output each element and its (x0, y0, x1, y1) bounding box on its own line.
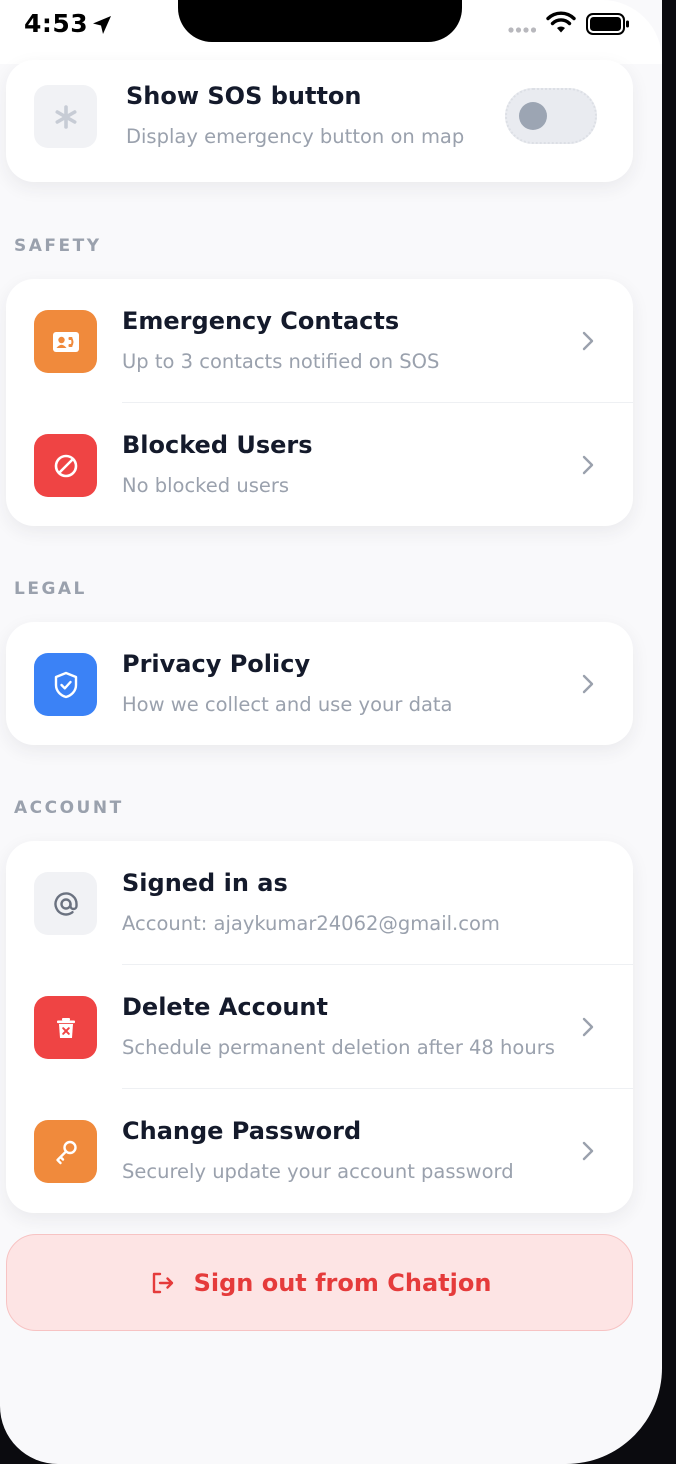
sos-subtitle: Display emergency button on map (126, 125, 465, 148)
trash-icon (56, 1017, 75, 1038)
privacy-policy-title: Privacy Policy (122, 650, 311, 678)
block-icon (54, 454, 77, 477)
sos-tile (34, 85, 97, 148)
location-arrow-icon (93, 16, 111, 34)
blocked-users-title: Blocked Users (122, 431, 313, 459)
logout-icon (152, 1272, 173, 1293)
toggle-knob (519, 102, 547, 130)
chevron-right-icon (582, 331, 594, 351)
account-card: Signed in as Account: ajaykumar24062@gma… (6, 841, 633, 1213)
section-label-safety: SAFETY (14, 236, 102, 256)
signed-in-title: Signed in as (122, 869, 288, 897)
row-signed-in-as: Signed in as Account: ajaykumar24062@gma… (6, 841, 633, 965)
row-delete-account[interactable]: Delete Account Schedule permanent deleti… (6, 965, 633, 1089)
change-password-title: Change Password (122, 1117, 362, 1145)
change-password-tile (34, 1120, 97, 1183)
privacy-policy-subtitle: How we collect and use your data (122, 693, 453, 716)
asterisk-icon (55, 104, 77, 129)
legal-card: Privacy Policy How we collect and use yo… (6, 622, 633, 745)
sos-title: Show SOS button (126, 82, 362, 110)
signed-in-email: Account: ajaykumar24062@gmail.com (122, 912, 500, 935)
chevron-right-icon (582, 674, 594, 694)
signal-dots-icon (508, 27, 536, 33)
blocked-users-subtitle: No blocked users (122, 474, 290, 497)
sign-out-button[interactable]: Sign out from Chatjon (6, 1234, 633, 1331)
chevron-right-icon (582, 455, 594, 475)
safety-card: Emergency Contacts Up to 3 contacts noti… (6, 279, 633, 526)
emergency-contacts-tile (34, 310, 97, 373)
emergency-contacts-title: Emergency Contacts (122, 307, 400, 335)
signed-in-tile (34, 872, 97, 935)
sos-row: Show SOS button Display emergency button… (6, 54, 633, 178)
delete-account-tile (34, 996, 97, 1059)
row-blocked-users[interactable]: Blocked Users No blocked users (6, 403, 633, 527)
wifi-icon (546, 11, 576, 33)
delete-account-subtitle: Schedule permanent deletion after 48 hou… (122, 1036, 555, 1059)
privacy-policy-tile (34, 653, 97, 716)
contact-card-icon (52, 331, 79, 352)
chevron-right-icon (582, 1141, 594, 1161)
sos-card: Show SOS button Display emergency button… (6, 60, 633, 182)
phone-screen: 4:53 Show SOS button Display emergency b… (0, 0, 662, 1464)
delete-account-title: Delete Account (122, 993, 328, 1021)
change-password-subtitle: Securely update your account password (122, 1160, 514, 1183)
at-icon (53, 891, 78, 916)
row-emergency-contacts[interactable]: Emergency Contacts Up to 3 contacts noti… (6, 279, 633, 403)
sos-toggle[interactable] (505, 88, 597, 144)
notch (178, 0, 462, 42)
shield-check-icon (54, 671, 77, 698)
sign-out-label: Sign out from Chatjon (193, 1268, 492, 1297)
key-icon (55, 1140, 77, 1164)
status-time: 4:53 (24, 9, 89, 38)
row-privacy-policy[interactable]: Privacy Policy How we collect and use yo… (6, 622, 633, 746)
chevron-right-icon (582, 1017, 594, 1037)
row-change-password[interactable]: Change Password Securely update your acc… (6, 1089, 633, 1213)
battery-icon (586, 13, 629, 35)
section-label-legal: LEGAL (14, 579, 87, 599)
emergency-contacts-subtitle: Up to 3 contacts notified on SOS (122, 350, 440, 373)
blocked-users-tile (34, 434, 97, 497)
section-label-account: ACCOUNT (14, 798, 124, 818)
